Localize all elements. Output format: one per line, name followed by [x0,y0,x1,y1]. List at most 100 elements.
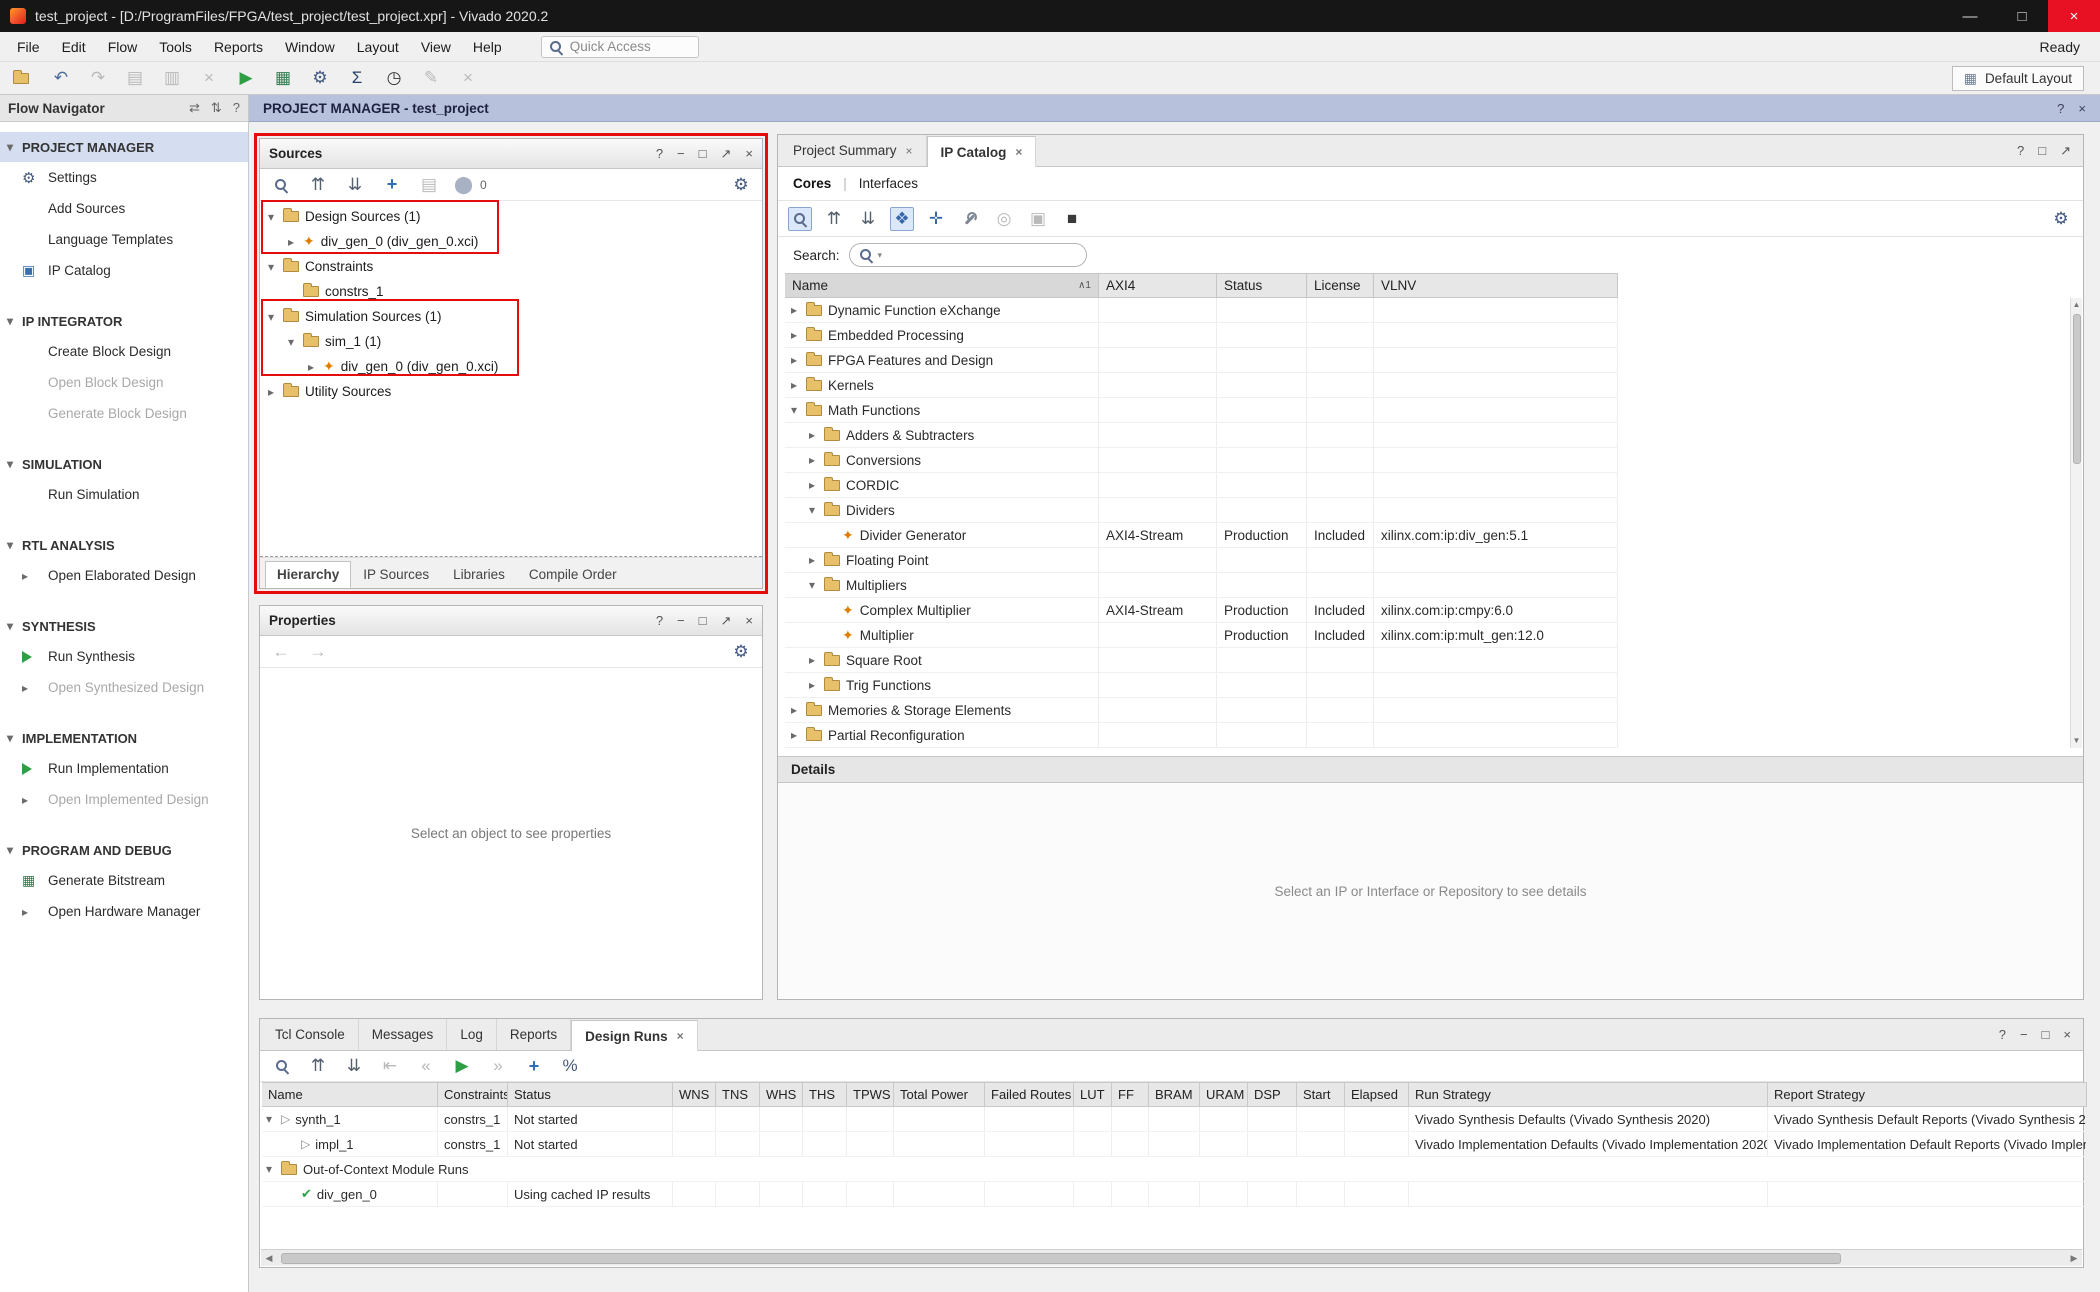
undo-icon[interactable]: ↶ [49,66,73,90]
run-row-synth-1[interactable]: ▾▷synth_1constrs_1Not startedVivado Synt… [262,1107,2087,1132]
scroll-up-icon[interactable]: ▲ [2073,298,2081,312]
flow-item-add-sources[interactable]: Add Sources [0,193,248,224]
customize-ip-icon[interactable] [958,207,982,231]
back-icon[interactable]: ← [269,640,293,664]
maximize-icon[interactable]: ↗ [721,613,732,629]
column-header-start[interactable]: Start [1297,1082,1345,1107]
ip-row-conversions[interactable]: ▸Conversions [785,448,1618,473]
column-header-ff[interactable]: FF [1112,1082,1149,1107]
column-header-dsp[interactable]: DSP [1248,1082,1297,1107]
help-icon[interactable]: ? [2017,143,2024,159]
program-device-icon[interactable]: ▦ [271,66,295,90]
disabled-square-icon[interactable]: ▣ [1026,207,1050,231]
layout-selector[interactable]: ▦ Default Layout [1952,66,2084,91]
collapse-sections-icon[interactable]: ⇅ [211,100,222,116]
flow-item-run-synthesis[interactable]: Run Synthesis [0,641,248,672]
float-icon[interactable]: □ [2042,1027,2050,1042]
expand-all-icon[interactable]: ⇊ [342,1054,366,1078]
ip-row-dividers[interactable]: ▾Dividers [785,498,1618,523]
document-tab-project-summary[interactable]: Project Summary× [780,135,927,166]
ip-row-memories-storage-elements[interactable]: ▸Memories & Storage Elements [785,698,1618,723]
scroll-left-icon[interactable]: ◀ [261,1253,277,1264]
flow-section-header-rtl-analysis[interactable]: ▾RTL ANALYSIS [0,530,248,560]
copy-icon[interactable]: ▤ [123,66,147,90]
close-icon[interactable]: × [1015,145,1022,159]
cores-view-tab[interactable]: Cores [793,176,831,191]
ip-row-trig-functions[interactable]: ▸Trig Functions [785,673,1618,698]
column-header-wns[interactable]: WNS [673,1082,716,1107]
float-icon[interactable]: □ [699,146,707,162]
create-run-icon[interactable]: + [522,1054,546,1078]
paste-icon[interactable]: ▥ [160,66,184,90]
collapse-all-icon[interactable]: ⇈ [306,173,330,197]
menu-tools[interactable]: Tools [148,39,203,55]
menu-layout[interactable]: Layout [346,39,410,55]
sources-tab-ip-sources[interactable]: IP Sources [351,561,441,588]
step-forward-icon[interactable]: » [486,1054,510,1078]
horizontal-scrollbar[interactable]: ◀ ▶ [261,1249,2082,1266]
flow-item-settings[interactable]: ⚙Settings [0,162,248,193]
scrollbar-thumb[interactable] [2073,314,2081,464]
column-header-whs[interactable]: WHS [760,1082,803,1107]
menu-window[interactable]: Window [274,39,346,55]
expand-all-icon[interactable]: ⇊ [856,207,880,231]
column-header-elapsed[interactable]: Elapsed [1345,1082,1409,1107]
menu-help[interactable]: Help [462,39,513,55]
stop-icon[interactable]: ■ [1060,207,1084,231]
bottom-tab-design-runs[interactable]: Design Runs× [571,1020,698,1051]
close-button[interactable]: × [2048,0,2100,32]
help-icon[interactable]: ? [656,146,663,162]
sources-tree-item-constraints[interactable]: ▾Constraints [260,254,762,279]
flow-section-header-simulation[interactable]: ▾SIMULATION [0,449,248,479]
flow-section-header-synthesis[interactable]: ▾SYNTHESIS [0,611,248,641]
edit-report-icon[interactable]: ▤ [417,173,441,197]
collapse-all-icon[interactable]: ⇈ [822,207,846,231]
menu-view[interactable]: View [410,39,462,55]
open-recent-icon[interactable] [12,66,36,90]
column-header-constraints[interactable]: Constraints [438,1082,508,1107]
flow-item-open-elaborated-design[interactable]: ▸Open Elaborated Design [0,560,248,591]
run-row-out-of-context-module-runs[interactable]: ▾Out-of-Context Module Runs [262,1157,2087,1182]
edit-icon[interactable]: ✎ [419,66,443,90]
refresh-repositories-icon[interactable]: ✛ [924,207,948,231]
search-icon[interactable] [788,207,812,231]
column-header-tns[interactable]: TNS [716,1082,760,1107]
ip-row-multiplier[interactable]: ✦MultiplierProductionIncludedxilinx.com:… [785,623,1618,648]
flow-item-open-block-design[interactable]: Open Block Design [0,367,248,398]
run-row-impl-1[interactable]: ▷impl_1constrs_1Not startedVivado Implem… [262,1132,2087,1157]
flow-section-header-project-manager[interactable]: ▾PROJECT MANAGER [0,132,248,162]
settings-gear-icon[interactable]: ⚙ [729,173,753,197]
column-header-status[interactable]: Status [1217,273,1307,298]
column-header-bram[interactable]: BRAM [1149,1082,1200,1107]
flow-item-run-implementation[interactable]: Run Implementation [0,753,248,784]
ip-row-multipliers[interactable]: ▾Multipliers [785,573,1618,598]
minimize-button[interactable]: — [1944,0,1996,32]
close-icon[interactable]: × [745,146,753,162]
column-header-total-power[interactable]: Total Power [894,1082,985,1107]
menu-edit[interactable]: Edit [51,39,97,55]
menu-flow[interactable]: Flow [97,39,149,55]
column-header-report-strategy[interactable]: Report Strategy [1768,1082,2087,1107]
scrollbar-thumb[interactable] [281,1253,1841,1264]
column-header-run-strategy[interactable]: Run Strategy [1409,1082,1768,1107]
ip-row-partial-reconfiguration[interactable]: ▸Partial Reconfiguration [785,723,1618,748]
maximize-button[interactable]: □ [1996,0,2048,32]
maximize-icon[interactable]: ↗ [721,146,732,162]
flow-item-open-synthesized-design[interactable]: ▸Open Synthesized Design [0,672,248,703]
ip-row-embedded-processing[interactable]: ▸Embedded Processing [785,323,1618,348]
close-icon[interactable]: × [677,1029,684,1043]
maximize-icon[interactable]: ↗ [2060,143,2071,159]
minimize-icon[interactable]: − [677,146,685,162]
vertical-scrollbar[interactable]: ▲ ▼ [2070,298,2082,748]
group-by-taxonomy-icon[interactable]: ❖ [890,207,914,231]
ip-row-adders-subtracters[interactable]: ▸Adders & Subtracters [785,423,1618,448]
percent-icon[interactable]: % [558,1054,582,1078]
column-header-axi4[interactable]: AXI4 [1099,273,1217,298]
ip-row-dynamic-function-exchange[interactable]: ▸Dynamic Function eXchange [785,298,1618,323]
sources-tab-libraries[interactable]: Libraries [441,561,517,588]
ip-row-kernels[interactable]: ▸Kernels [785,373,1618,398]
help-icon[interactable]: ? [656,613,663,629]
flow-section-header-implementation[interactable]: ▾IMPLEMENTATION [0,723,248,753]
sources-tab-compile-order[interactable]: Compile Order [517,561,629,588]
launch-run-icon[interactable]: ▶ [450,1054,474,1078]
